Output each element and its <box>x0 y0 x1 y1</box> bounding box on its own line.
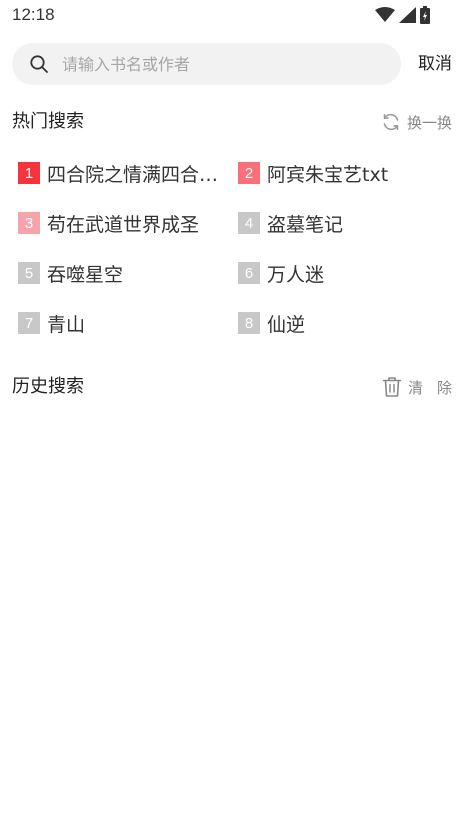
cancel-button[interactable]: 取消 <box>418 43 452 85</box>
hot-search-item[interactable]: 6 万人迷 <box>238 255 448 291</box>
hot-search-name: 四合院之情满四合… <box>47 163 219 186</box>
hot-search-item[interactable]: 7 青山 <box>18 305 228 341</box>
rank-badge: 3 <box>18 212 40 234</box>
signal-icon <box>399 7 416 23</box>
hot-search-item[interactable]: 1 四合院之情满四合… <box>18 155 228 191</box>
hot-search-item[interactable]: 3 苟在武道世界成圣 <box>18 205 228 241</box>
trash-icon <box>382 377 402 397</box>
clear-history-label: 清除 <box>407 378 464 397</box>
hot-search-name: 仙逆 <box>267 313 306 336</box>
hot-search-item[interactable]: 5 吞噬星空 <box>18 255 228 291</box>
hot-search-item[interactable]: 8 仙逆 <box>238 305 448 341</box>
refresh-button[interactable]: 换一换 <box>381 108 452 136</box>
status-icons <box>375 6 430 24</box>
hot-search-title: 热门搜索 <box>12 111 84 132</box>
refresh-icon <box>383 113 399 131</box>
refresh-label: 换一换 <box>406 113 452 132</box>
rank-badge: 7 <box>18 312 40 334</box>
hot-search-name: 吞噬星空 <box>47 263 124 286</box>
clear-history-button[interactable]: 清除 <box>382 373 452 401</box>
status-bar: 12:18 <box>0 0 464 32</box>
hot-search-item[interactable]: 2 阿宾朱宝艺txt <box>238 155 448 191</box>
history-search-title: 历史搜索 <box>12 376 84 397</box>
wifi-icon <box>375 7 395 22</box>
rank-badge: 5 <box>18 262 40 284</box>
rank-badge: 6 <box>238 262 260 284</box>
hot-search-name: 阿宾朱宝艺txt <box>267 163 389 186</box>
rank-badge: 1 <box>18 162 40 184</box>
search-box[interactable] <box>12 43 401 85</box>
hot-search-item[interactable]: 4 盗墓笔记 <box>238 205 448 241</box>
hot-search-name: 盗墓笔记 <box>267 213 344 236</box>
hot-search-name: 万人迷 <box>267 263 325 286</box>
status-time: 12:18 <box>12 5 55 24</box>
search-bar: 取消 <box>12 43 452 85</box>
hot-search-header: 热门搜索 换一换 <box>12 108 452 136</box>
hot-search-name: 青山 <box>47 313 86 336</box>
rank-badge: 2 <box>238 162 260 184</box>
history-search-header: 历史搜索 清除 <box>12 373 452 401</box>
hot-search-name: 苟在武道世界成圣 <box>47 213 200 236</box>
rank-badge: 4 <box>238 212 260 234</box>
search-input[interactable] <box>62 43 392 85</box>
battery-icon <box>420 6 430 24</box>
search-icon <box>30 55 48 73</box>
rank-badge: 8 <box>238 312 260 334</box>
